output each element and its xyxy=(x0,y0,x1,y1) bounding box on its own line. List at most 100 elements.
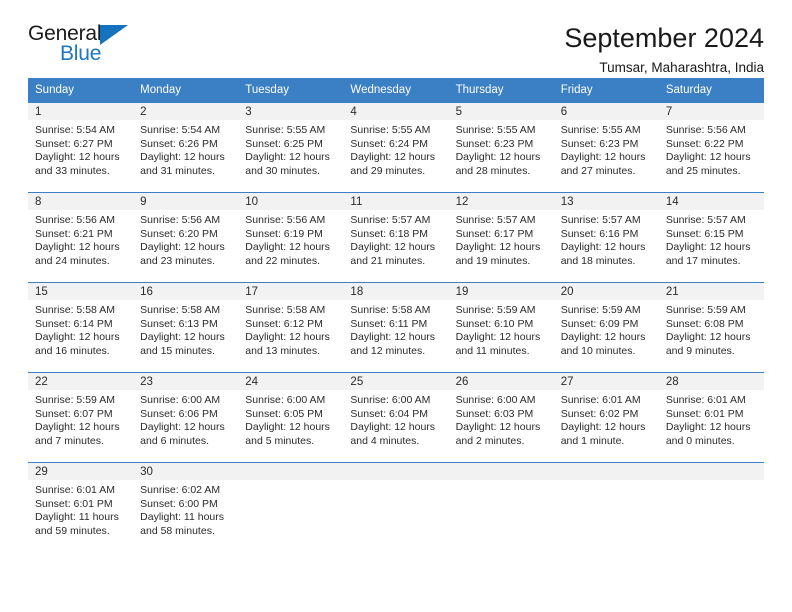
daylight-text: Daylight: 12 hours and 24 minutes. xyxy=(35,241,120,267)
day-details: Sunrise: 5:58 AM Sunset: 6:14 PM Daylight:… xyxy=(28,300,133,358)
day-cell[interactable]: 20 Sunrise: 5:59 AM Sunset: 6:09 PM Dayligh… xyxy=(553,283,659,372)
day-details: Sunrise: 5:55 AM Sunset: 6:23 PM Daylight:… xyxy=(449,120,554,178)
day-details: Sunrise: 5:56 AM Sunset: 6:19 PM Daylight:… xyxy=(238,210,343,268)
logo[interactable]: General Blue xyxy=(28,22,148,72)
day-cell[interactable]: 19 Sunrise: 5:59 AM Sunset: 6:10 PM Dayligh… xyxy=(448,283,554,372)
sunrise-text: Sunrise: 5:57 AM xyxy=(350,214,431,226)
day-cell[interactable]: 9 Sunrise: 5:56 AM Sunset: 6:20 PM Daylight… xyxy=(133,193,239,282)
day-number: 7 xyxy=(658,103,764,120)
daylight-text: Daylight: 12 hours and 27 minutes. xyxy=(560,151,646,177)
day-cell[interactable]: 25 Sunrise: 6:00 AM Sunset: 6:04 PM Dayligh… xyxy=(343,373,449,462)
sunrise-text: Sunrise: 6:00 AM xyxy=(350,394,431,406)
sunset-text: Sunset: 6:15 PM xyxy=(665,227,744,240)
day-number: 25 xyxy=(343,373,449,390)
sunrise-text: Sunrise: 5:58 AM xyxy=(140,304,221,316)
weekday-header-tuesday: Tuesday xyxy=(245,84,289,96)
day-number: 22 xyxy=(28,373,134,390)
day-details: Sunrise: 5:55 AM Sunset: 6:25 PM Daylight:… xyxy=(238,120,343,178)
calendar-week-row: 8 Sunrise: 5:56 AM Sunset: 6:21 PM Daylight… xyxy=(28,192,764,282)
day-cell[interactable]: 17 Sunrise: 5:58 AM Sunset: 6:12 PM Dayligh… xyxy=(238,283,344,372)
day-number xyxy=(553,463,659,480)
sunrise-text: Sunrise: 5:56 AM xyxy=(665,124,746,136)
day-cell[interactable]: 1 Sunrise: 5:54 AM Sunset: 6:27 PM Daylight… xyxy=(28,103,134,192)
logo-text-blue: Blue xyxy=(60,42,102,65)
sunset-text: Sunset: 6:23 PM xyxy=(560,137,639,150)
day-details: Sunrise: 5:56 AM Sunset: 6:21 PM Daylight:… xyxy=(28,210,133,268)
daylight-text: Daylight: 12 hours and 16 minutes. xyxy=(35,331,120,357)
day-number: 23 xyxy=(133,373,239,390)
daylight-text: Daylight: 12 hours and 29 minutes. xyxy=(350,151,436,177)
day-cell[interactable]: 30 Sunrise: 6:02 AM Sunset: 6:00 PM Dayligh… xyxy=(133,463,239,552)
day-cell[interactable]: 29 Sunrise: 6:01 AM Sunset: 6:01 PM Dayligh… xyxy=(28,463,134,552)
day-cell[interactable]: 18 Sunrise: 5:58 AM Sunset: 6:11 PM Dayligh… xyxy=(343,283,449,372)
weekday-header-wednesday: Wednesday xyxy=(350,84,411,96)
day-details: Sunrise: 5:57 AM Sunset: 6:16 PM Daylight:… xyxy=(554,210,659,268)
day-cell[interactable]: 7 Sunrise: 5:56 AM Sunset: 6:22 PM Daylight… xyxy=(658,103,764,192)
day-cell[interactable]: 4 Sunrise: 5:55 AM Sunset: 6:24 PM Daylight… xyxy=(343,103,449,192)
daylight-text: Daylight: 12 hours and 17 minutes. xyxy=(665,241,751,267)
day-cell[interactable]: 10 Sunrise: 5:56 AM Sunset: 6:19 PM Dayligh… xyxy=(238,193,344,282)
day-number: 13 xyxy=(553,193,659,210)
day-cell[interactable]: 5 Sunrise: 5:55 AM Sunset: 6:23 PM Daylight… xyxy=(448,103,554,192)
day-cell[interactable]: 11 Sunrise: 5:57 AM Sunset: 6:18 PM Dayligh… xyxy=(343,193,449,282)
calendar-week-row: 22 Sunrise: 5:59 AM Sunset: 6:07 PM Dayligh… xyxy=(28,372,764,462)
sunrise-text: Sunrise: 6:00 AM xyxy=(455,394,536,406)
daylight-text: Daylight: 12 hours and 13 minutes. xyxy=(245,331,330,357)
daylight-text: Daylight: 12 hours and 31 minutes. xyxy=(140,151,225,177)
sunset-text: Sunset: 6:01 PM xyxy=(35,497,113,510)
day-details: Sunrise: 5:57 AM Sunset: 6:17 PM Daylight:… xyxy=(449,210,554,268)
day-cell[interactable]: 27 Sunrise: 6:01 AM Sunset: 6:02 PM Dayligh… xyxy=(553,373,659,462)
day-cell[interactable]: 23 Sunrise: 6:00 AM Sunset: 6:06 PM Dayligh… xyxy=(133,373,239,462)
daylight-text: Daylight: 12 hours and 23 minutes. xyxy=(140,241,225,267)
daylight-text: Daylight: 11 hours and 58 minutes. xyxy=(140,511,224,537)
title-block: September 2024 Tumsar, Maharashtra, Indi… xyxy=(148,22,764,78)
sunrise-text: Sunrise: 5:56 AM xyxy=(245,214,326,226)
daylight-text: Daylight: 12 hours and 25 minutes. xyxy=(665,151,751,177)
day-cell[interactable]: 13 Sunrise: 5:57 AM Sunset: 6:16 PM Dayligh… xyxy=(553,193,659,282)
day-cell[interactable]: 24 Sunrise: 6:00 AM Sunset: 6:05 PM Dayligh… xyxy=(238,373,344,462)
day-details: Sunrise: 5:58 AM Sunset: 6:11 PM Daylight:… xyxy=(343,300,448,358)
day-details: Sunrise: 6:01 AM Sunset: 6:01 PM Daylight:… xyxy=(659,390,764,448)
day-details: Sunrise: 6:01 AM Sunset: 6:01 PM Daylight:… xyxy=(28,480,133,538)
sunset-text: Sunset: 6:01 PM xyxy=(665,407,744,420)
day-cell[interactable]: 8 Sunrise: 5:56 AM Sunset: 6:21 PM Daylight… xyxy=(28,193,134,282)
day-cell[interactable]: 21 Sunrise: 5:59 AM Sunset: 6:08 PM Dayligh… xyxy=(658,283,764,372)
sunrise-text: Sunrise: 5:59 AM xyxy=(560,304,641,316)
sunset-text: Sunset: 6:10 PM xyxy=(455,317,534,330)
sunrise-text: Sunrise: 5:55 AM xyxy=(350,124,431,136)
sunrise-text: Sunrise: 6:02 AM xyxy=(140,484,221,496)
sunrise-text: Sunrise: 5:55 AM xyxy=(455,124,536,136)
day-cell[interactable]: 16 Sunrise: 5:58 AM Sunset: 6:13 PM Dayligh… xyxy=(133,283,239,372)
sunrise-text: Sunrise: 6:01 AM xyxy=(35,484,115,496)
day-cell[interactable]: 15 Sunrise: 5:58 AM Sunset: 6:14 PM Dayligh… xyxy=(28,283,134,372)
sunrise-text: Sunrise: 6:00 AM xyxy=(140,394,221,406)
day-number: 4 xyxy=(343,103,449,120)
sunset-text: Sunset: 6:26 PM xyxy=(140,137,218,150)
sunset-text: Sunset: 6:24 PM xyxy=(350,137,429,150)
daylight-text: Daylight: 12 hours and 28 minutes. xyxy=(455,151,541,177)
day-cell[interactable]: 6 Sunrise: 5:55 AM Sunset: 6:23 PM Daylight… xyxy=(553,103,659,192)
sunrise-text: Sunrise: 5:55 AM xyxy=(560,124,641,136)
day-cell[interactable]: 12 Sunrise: 5:57 AM Sunset: 6:17 PM Dayligh… xyxy=(448,193,554,282)
day-cell[interactable]: 26 Sunrise: 6:00 AM Sunset: 6:03 PM Dayligh… xyxy=(448,373,554,462)
sunrise-text: Sunrise: 6:01 AM xyxy=(665,394,746,406)
daylight-text: Daylight: 11 hours and 59 minutes. xyxy=(35,511,119,537)
day-number: 11 xyxy=(343,193,449,210)
daylight-text: Daylight: 12 hours and 15 minutes. xyxy=(140,331,225,357)
sunrise-text: Sunrise: 5:59 AM xyxy=(455,304,536,316)
day-cell[interactable]: 3 Sunrise: 5:55 AM Sunset: 6:25 PM Daylight… xyxy=(238,103,344,192)
day-cell[interactable]: 2 Sunrise: 5:54 AM Sunset: 6:26 PM Daylight… xyxy=(133,103,239,192)
day-details: Sunrise: 5:57 AM Sunset: 6:15 PM Daylight:… xyxy=(659,210,764,268)
day-number: 16 xyxy=(133,283,239,300)
calendar-weeks: 1 Sunrise: 5:54 AM Sunset: 6:27 PM Daylight… xyxy=(28,103,764,552)
daylight-text: Daylight: 12 hours and 11 minutes. xyxy=(455,331,541,357)
calendar-page: General Blue September 2024 Tumsar, Maha… xyxy=(0,0,792,612)
day-cell[interactable]: 22 Sunrise: 5:59 AM Sunset: 6:07 PM Dayligh… xyxy=(28,373,134,462)
day-number: 24 xyxy=(238,373,344,390)
day-details: Sunrise: 5:54 AM Sunset: 6:26 PM Daylight:… xyxy=(133,120,238,178)
sunset-text: Sunset: 6:03 PM xyxy=(455,407,534,420)
sunset-text: Sunset: 6:18 PM xyxy=(350,227,429,240)
day-cell[interactable]: 14 Sunrise: 5:57 AM Sunset: 6:15 PM Dayligh… xyxy=(658,193,764,282)
sunrise-text: Sunrise: 5:54 AM xyxy=(35,124,115,136)
day-cell[interactable]: 28 Sunrise: 6:01 AM Sunset: 6:01 PM Dayligh… xyxy=(658,373,764,462)
